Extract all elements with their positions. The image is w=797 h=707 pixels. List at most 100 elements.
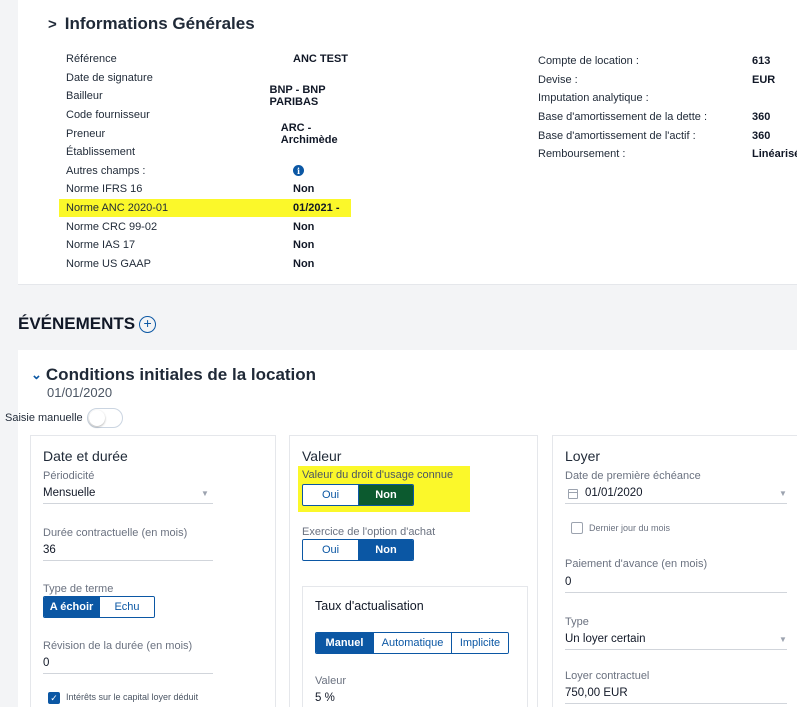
last-day-checkbox[interactable] — [571, 522, 583, 534]
date-duration-title: Date et durée — [43, 448, 128, 464]
general-info-title: Informations Générales — [64, 14, 255, 33]
contract-rent-input[interactable]: 750,00 EUR — [565, 687, 628, 699]
general-info-right-list: Compte de location : 613 Devise : EUR Im… — [538, 52, 797, 164]
info-row-preneur: Preneur ARC - Archimède — [66, 121, 366, 146]
interest-checkbox[interactable]: ✓ — [48, 692, 60, 704]
rate-option-manuel[interactable]: Manuel — [316, 633, 373, 653]
info-value: Non — [293, 183, 315, 196]
info-label: Norme US GAAP — [66, 257, 151, 270]
rent-title: Loyer — [565, 448, 601, 464]
info-row-ifrs16: Norme IFRS 16 Non — [66, 180, 366, 199]
info-icon[interactable]: i — [293, 165, 304, 177]
info-value: Non — [293, 257, 315, 270]
chevron-down-icon[interactable]: ▼ — [779, 635, 787, 644]
info-row-imputation: Imputation analytique : — [538, 89, 797, 108]
advance-payment-label: Paiement d'avance (en mois) — [565, 558, 708, 570]
info-value: ARC - Archimède — [280, 121, 338, 146]
info-row-remboursement: Remboursement : Linéarisé — [538, 145, 797, 164]
calendar-icon[interactable] — [568, 489, 578, 499]
contract-rent-label: Loyer contractuel — [565, 670, 650, 682]
general-info-header[interactable]: > Informations Générales — [48, 14, 255, 34]
purchase-option-oui[interactable]: Oui — [303, 540, 358, 560]
general-info-left-list: Référence ANC TEST Date de signature Bai… — [59, 50, 366, 273]
info-row-ias17: Norme IAS 17 Non — [66, 236, 366, 255]
periodicity-underline — [43, 503, 213, 504]
periodicity-select[interactable]: Mensuelle — [43, 487, 95, 499]
revision-label: Révision de la durée (en mois) — [43, 640, 193, 652]
last-day-label: Dernier jour du mois — [589, 523, 671, 533]
info-row-devise: Devise : EUR — [538, 71, 797, 90]
usage-value-oui[interactable]: Oui — [303, 485, 358, 505]
toggle-knob — [88, 410, 105, 426]
chevron-down-icon[interactable]: ▼ — [779, 489, 787, 498]
info-row-compte-location: Compte de location : 613 — [538, 52, 797, 71]
rent-type-select[interactable]: Un loyer certain — [565, 633, 646, 645]
rate-value-input[interactable]: 5 % — [315, 692, 335, 704]
term-option-a-echoir[interactable]: A échoir — [44, 597, 99, 617]
purchase-option-non[interactable]: Non — [358, 540, 413, 560]
manual-entry-label: Saisie manuelle — [5, 412, 83, 424]
duration-label: Durée contractuelle (en mois) — [43, 527, 188, 539]
info-label: Autres champs : — [66, 164, 146, 177]
manual-entry-row: Saisie manuelle — [5, 408, 123, 428]
events-header: ÉVÉNEMENTS + — [18, 314, 157, 334]
advance-payment-underline — [565, 592, 787, 593]
info-label: Base d'amortissement de la dette : — [538, 111, 708, 124]
first-due-date-label: Date de première échéance — [565, 470, 701, 482]
value-panel: Valeur Valeur du droit d'usage connue Ou… — [289, 435, 538, 707]
first-due-date-input[interactable]: 01/01/2020 — [585, 487, 643, 499]
info-label: Imputation analytique : — [538, 92, 649, 105]
duration-underline — [43, 560, 213, 561]
info-row-crc-99-02: Norme CRC 99-02 Non — [66, 217, 366, 236]
info-row-base-actif: Base d'amortissement de l'actif : 360 — [538, 126, 797, 145]
manual-entry-toggle[interactable] — [86, 408, 123, 428]
interest-label: Intérêts sur le capital loyer déduit — [66, 692, 199, 702]
rate-option-implicite[interactable]: Implicite — [451, 633, 508, 653]
purchase-option-label: Exercice de l'option d'achat — [302, 526, 436, 538]
date-duration-panel: Date et durée Périodicité Mensuelle ▼ Du… — [30, 435, 276, 707]
info-label: Remboursement : — [538, 148, 626, 161]
discount-rate-title: Taux d'actualisation — [315, 599, 424, 613]
discount-rate-segmented: Manuel Automatique Implicite — [315, 632, 509, 654]
discount-rate-box: Taux d'actualisation Manuel Automatique … — [302, 586, 528, 707]
purchase-option-segmented: Oui Non — [302, 539, 414, 561]
info-value: BNP - BNP PARIBAS — [269, 84, 326, 109]
rent-type-label: Type — [565, 616, 589, 628]
info-row-anc-2020-01: Norme ANC 2020-01 01/2021 - — [59, 198, 351, 218]
usage-value-non[interactable]: Non — [358, 485, 413, 505]
term-type-segmented: A échoir Echu — [43, 596, 155, 618]
chevron-down-icon[interactable]: ▼ — [201, 489, 209, 498]
advance-payment-input[interactable]: 0 — [565, 576, 571, 588]
periodicity-label: Périodicité — [43, 470, 95, 482]
usage-value-label: Valeur du droit d'usage connue — [302, 469, 454, 481]
revision-input[interactable]: 0 — [43, 657, 49, 669]
rate-option-automatique[interactable]: Automatique — [373, 633, 451, 653]
info-label: Norme ANC 2020-01 — [66, 202, 169, 215]
info-value: 613 — [752, 55, 771, 68]
info-label: Norme IFRS 16 — [66, 183, 143, 196]
term-option-echu[interactable]: Echu — [99, 597, 154, 617]
rent-panel: Loyer Date de première échéance 01/01/20… — [552, 435, 797, 707]
info-row-etablissement: Établissement — [66, 143, 366, 162]
chevron-right-icon[interactable]: > — [48, 16, 57, 33]
info-value: 360 — [752, 111, 771, 124]
chevron-down-icon[interactable]: ⌄ — [31, 367, 42, 383]
info-label: Code fournisseur — [66, 109, 150, 122]
rate-value-label: Valeur — [315, 675, 346, 687]
info-label: Base d'amortissement de l'actif : — [538, 129, 696, 142]
info-label: Norme IAS 17 — [66, 239, 136, 252]
info-value: Non — [293, 239, 315, 252]
info-label: Date de signature — [66, 71, 153, 84]
rent-type-underline — [565, 649, 787, 650]
initial-conditions-header[interactable]: ⌄ Conditions initiales de la location — [31, 365, 316, 385]
general-info-card: > Informations Générales Référence ANC T… — [18, 0, 797, 285]
usage-value-segmented: Oui Non — [302, 484, 414, 506]
info-value: EUR — [752, 73, 776, 86]
initial-conditions-date: 01/01/2020 — [47, 385, 113, 400]
duration-input[interactable]: 36 — [43, 544, 56, 556]
add-event-icon[interactable]: + — [139, 315, 157, 333]
info-row-autres-champs: Autres champs : i — [66, 162, 366, 181]
contract-rent-underline — [565, 703, 787, 704]
info-label: Référence — [66, 53, 117, 66]
info-value: 01/2021 - — [293, 202, 340, 215]
